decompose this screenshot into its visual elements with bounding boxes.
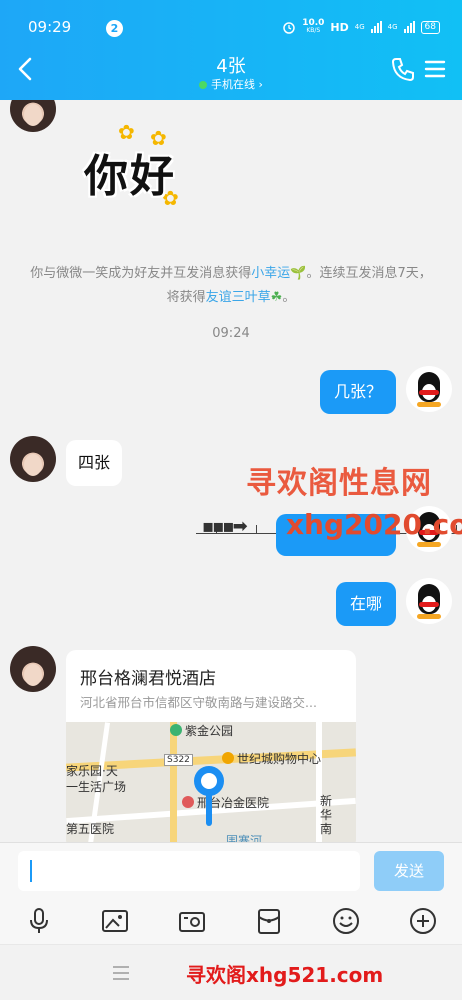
clover-icon: ☘ (270, 290, 283, 305)
speed-value: 10.0 (302, 18, 325, 28)
chat-area[interactable]: ✿ ✿ ✿ 你好 你与微微一笑成为好友并互发消息获得小幸运🌱。连续互发消息7天，… (0, 100, 462, 842)
image-icon[interactable] (100, 906, 130, 936)
location-title: 邢台格澜君悦酒店 (80, 669, 216, 689)
map-label-river: 围寨河 (226, 834, 263, 842)
clover-link[interactable]: 友谊三叶草 (206, 290, 271, 305)
mall-label: 世纪城购物中心 (237, 752, 322, 766)
network-4g-1: 4G (354, 23, 365, 31)
sticker-text: 你好 (84, 151, 176, 202)
system-text-1: 你与微微一笑成为好友并互发消息获得 (30, 266, 252, 281)
input-bar: 发送 (0, 842, 462, 898)
location-pin-tail (206, 792, 212, 826)
online-dot-icon (199, 81, 208, 89)
timestamp: 09:24 (212, 326, 250, 341)
alarm-icon (283, 22, 295, 34)
system-nav-bar: 寻欢阁xhg521.com (0, 944, 462, 1000)
system-text-3: 。 (282, 290, 296, 305)
map-label-park: 紫金公园 (170, 722, 233, 739)
sprout-icon: 🌱 (290, 266, 307, 281)
message-bubble-self[interactable]: 几张？ (319, 370, 396, 414)
map-label-mall: 世纪城购物中心 (222, 750, 321, 767)
road-tag: S322 (164, 754, 193, 766)
menu-icon[interactable] (424, 58, 446, 80)
map-label-hospital: 邢台冶金医院 (182, 794, 269, 811)
online-status-label: 手机在线 › (211, 78, 263, 91)
map-label-left3: 第五医院 (66, 822, 115, 836)
nav-menu-icon[interactable] (112, 965, 130, 981)
location-address: 河北省邢台市信都区守敬南路与建设路交... (80, 695, 317, 710)
chat-toolbar (0, 898, 462, 944)
phone-icon[interactable] (390, 56, 416, 82)
status-time: 09:29 (28, 18, 72, 36)
map-label-vertical: 新华南 (320, 794, 333, 836)
microphone-icon[interactable] (24, 906, 54, 936)
map-preview[interactable]: 紫金公园 S322 世纪城购物中心 家乐园·天 一生活广场 邢台冶金医院 第五医… (66, 722, 356, 842)
network-4g-2: 4G (387, 23, 398, 31)
contact-avatar[interactable] (10, 100, 56, 132)
park-label: 紫金公园 (185, 724, 234, 738)
notification-badge: 2 (106, 20, 123, 37)
bottom-watermark: 寻欢阁xhg521.com (186, 963, 384, 987)
emoji-icon[interactable] (331, 906, 361, 936)
map-label-left1: 家乐园·天 (66, 764, 118, 778)
map-label-left2: 一生活广场 (66, 780, 127, 794)
plus-icon[interactable] (408, 906, 438, 936)
lucky-link[interactable]: 小幸运 (251, 266, 290, 281)
send-button[interactable]: 发送 (374, 851, 444, 891)
arrow-icon: ▪▪▪➡ (202, 516, 248, 537)
system-message: 你与微微一笑成为好友并互发消息获得小幸运🌱。连续互发消息7天，将获得友谊三叶草☘… (30, 262, 432, 310)
self-avatar[interactable] (406, 578, 452, 624)
self-avatar[interactable] (406, 366, 452, 412)
text-caret (30, 860, 32, 882)
signal-icon (370, 21, 382, 33)
contact-avatar[interactable] (10, 436, 56, 482)
sticker-message[interactable]: ✿ ✿ ✿ 你好 (84, 120, 214, 210)
message-bubble-contact[interactable]: 四张 (66, 440, 123, 486)
battery-icon: 68 (420, 20, 440, 34)
location-card[interactable]: 邢台格澜君悦酒店 河北省邢台市信都区守敬南路与建设路交... 紫金公园 S322… (66, 650, 356, 842)
hd-label: HD (330, 20, 349, 34)
status-bar: 09:29 2 10.0 KB/S HD 4G 4G 68 (28, 16, 440, 40)
header-bar: 09:29 2 10.0 KB/S HD 4G 4G 68 4张 手机在线 › (0, 0, 462, 100)
watermark-url: xhg2020.com (286, 508, 462, 541)
network-speed: 10.0 KB/S (302, 19, 324, 35)
camera-icon[interactable] (177, 906, 207, 936)
signal-icon-2 (403, 21, 415, 33)
red-packet-icon[interactable] (254, 906, 284, 936)
speed-unit: KB/S (306, 27, 321, 34)
contact-avatar[interactable] (10, 646, 56, 692)
status-icons: 10.0 KB/S HD 4G 4G 68 (282, 19, 440, 35)
message-bubble-self[interactable]: 在哪 (335, 582, 396, 626)
message-input[interactable] (18, 851, 360, 891)
watermark-text: 寻欢阁性息网 (246, 466, 432, 501)
